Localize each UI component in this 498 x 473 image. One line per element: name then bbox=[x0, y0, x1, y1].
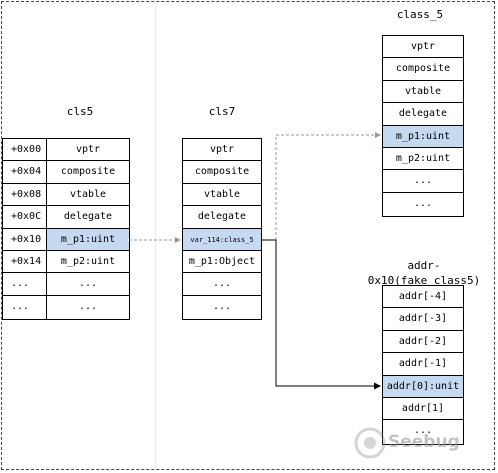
dashed-arrow-cls7-to-class5 bbox=[275, 132, 381, 240]
solid-arrow-cls7-to-fake bbox=[261, 239, 381, 390]
seebug-watermark-text: Seebug bbox=[388, 432, 460, 452]
connector-arrows bbox=[129, 132, 381, 390]
